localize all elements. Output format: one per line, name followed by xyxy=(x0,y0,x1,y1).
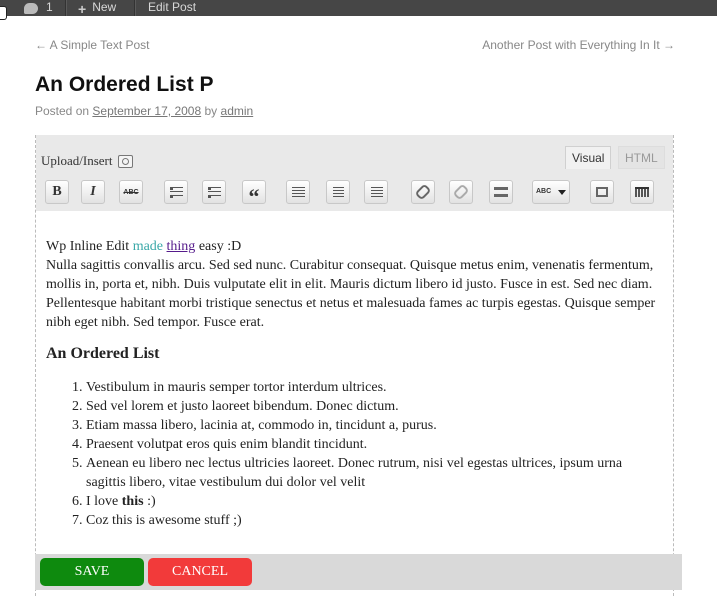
align-right-icon xyxy=(371,187,383,197)
list-item-text: :) xyxy=(147,494,156,509)
bold-button[interactable]: B xyxy=(45,180,69,204)
upload-insert-label: Upload/Insert xyxy=(41,153,113,168)
posted-on-label: Posted on xyxy=(35,104,90,118)
kitchen-sink-button[interactable] xyxy=(630,180,654,204)
next-post-link[interactable]: Another Post with Everything In It → xyxy=(482,38,675,52)
list-item-text: I love xyxy=(86,494,119,509)
fullscreen-icon xyxy=(596,187,608,197)
inline-editor: Upload/Insert Visual HTML B I ABC “ ABC … xyxy=(35,135,674,596)
comment-bubble-icon xyxy=(24,3,38,14)
bullet-list-button[interactable] xyxy=(164,180,188,204)
list-item: Sed vel lorem et justo laoreet bibendum.… xyxy=(86,397,661,416)
unlink-icon xyxy=(452,183,470,201)
align-center-button[interactable] xyxy=(326,180,350,204)
cancel-button[interactable]: CANCEL xyxy=(148,558,252,586)
body-paragraph: Nulla sagittis convallis arcu. Sed sed n… xyxy=(46,258,656,330)
intro-teal-text: made xyxy=(132,239,164,254)
numbered-list-button[interactable] xyxy=(202,180,226,204)
admin-bar-comments[interactable]: 1 xyxy=(24,0,53,16)
by-label: by xyxy=(204,104,218,118)
admin-bar: 1 + New Edit Post xyxy=(0,0,717,16)
insert-link-button[interactable] xyxy=(411,180,435,204)
strikethrough-button[interactable]: ABC xyxy=(119,180,143,204)
list-item: Praesent volutpat eros quis enim blandit… xyxy=(86,435,661,454)
list-item: Etiam massa libero, lacinia at, commodo … xyxy=(86,416,661,435)
edit-post-label: Edit Post xyxy=(148,0,197,14)
intro-link[interactable]: thing xyxy=(167,239,196,254)
fullscreen-button[interactable] xyxy=(590,180,614,204)
tab-visual[interactable]: Visual xyxy=(565,146,612,169)
list-item: I love this :) xyxy=(86,492,661,511)
admin-bar-divider xyxy=(134,0,135,16)
list-item: Vestibulum in mauris semper tortor inter… xyxy=(86,378,661,397)
bullet-list-icon xyxy=(169,186,183,198)
numbered-list-icon xyxy=(207,186,221,198)
content-heading: An Ordered List xyxy=(46,345,160,362)
post-title: An Ordered List P xyxy=(35,73,214,96)
align-right-button[interactable] xyxy=(364,180,388,204)
author-link[interactable]: admin xyxy=(221,104,254,118)
italic-button[interactable]: I xyxy=(81,180,105,204)
align-left-icon xyxy=(291,187,305,197)
plus-icon: + xyxy=(78,1,87,17)
comments-count: 1 xyxy=(46,0,53,14)
prev-post-link[interactable]: ← A Simple Text Post xyxy=(35,38,150,52)
admin-bar-edit-post[interactable]: Edit Post xyxy=(148,0,196,16)
admin-bar-divider xyxy=(65,0,66,16)
chevron-down-icon[interactable] xyxy=(558,190,566,195)
editor-content[interactable]: Wp Inline Edit made thing easy :D Nulla … xyxy=(46,237,661,530)
intro-text: Wp Inline Edit xyxy=(46,239,130,254)
ordered-list: Vestibulum in mauris semper tortor inter… xyxy=(46,378,661,530)
admin-bar-new[interactable]: + New xyxy=(78,0,116,16)
unlink-button[interactable] xyxy=(449,180,473,204)
list-item: Coz this is awesome stuff ;) xyxy=(86,511,661,530)
blockquote-button[interactable]: “ xyxy=(242,180,266,209)
link-icon xyxy=(414,183,432,201)
save-bar: SAVE CANCEL xyxy=(35,554,682,590)
save-button[interactable]: SAVE xyxy=(40,558,144,586)
more-tag-icon xyxy=(494,187,508,197)
kitchen-sink-icon xyxy=(635,187,649,197)
post-meta: Posted on September 17, 2008 by admin xyxy=(35,104,253,118)
tab-html[interactable]: HTML xyxy=(618,146,665,169)
insert-more-button[interactable] xyxy=(489,180,513,204)
add-media-icon[interactable] xyxy=(118,154,134,168)
editor-toolbar: Upload/Insert Visual HTML B I ABC “ ABC xyxy=(36,135,673,211)
upload-insert[interactable]: Upload/Insert xyxy=(41,153,134,169)
list-item: Aenean eu libero nec lectus ultricies la… xyxy=(86,454,661,492)
post-date-link[interactable]: September 17, 2008 xyxy=(92,104,201,118)
intro-line: Wp Inline Edit made thing easy :D xyxy=(46,237,661,256)
spellcheck-button[interactable]: ABC xyxy=(532,180,570,204)
mouse-cursor-icon xyxy=(0,6,7,20)
list-item-bold: this xyxy=(121,494,144,509)
new-label: New xyxy=(92,0,117,14)
align-left-button[interactable] xyxy=(286,180,310,204)
intro-text-end: easy :D xyxy=(198,239,242,254)
spellcheck-label: ABC xyxy=(536,188,552,195)
align-center-icon xyxy=(332,187,344,197)
